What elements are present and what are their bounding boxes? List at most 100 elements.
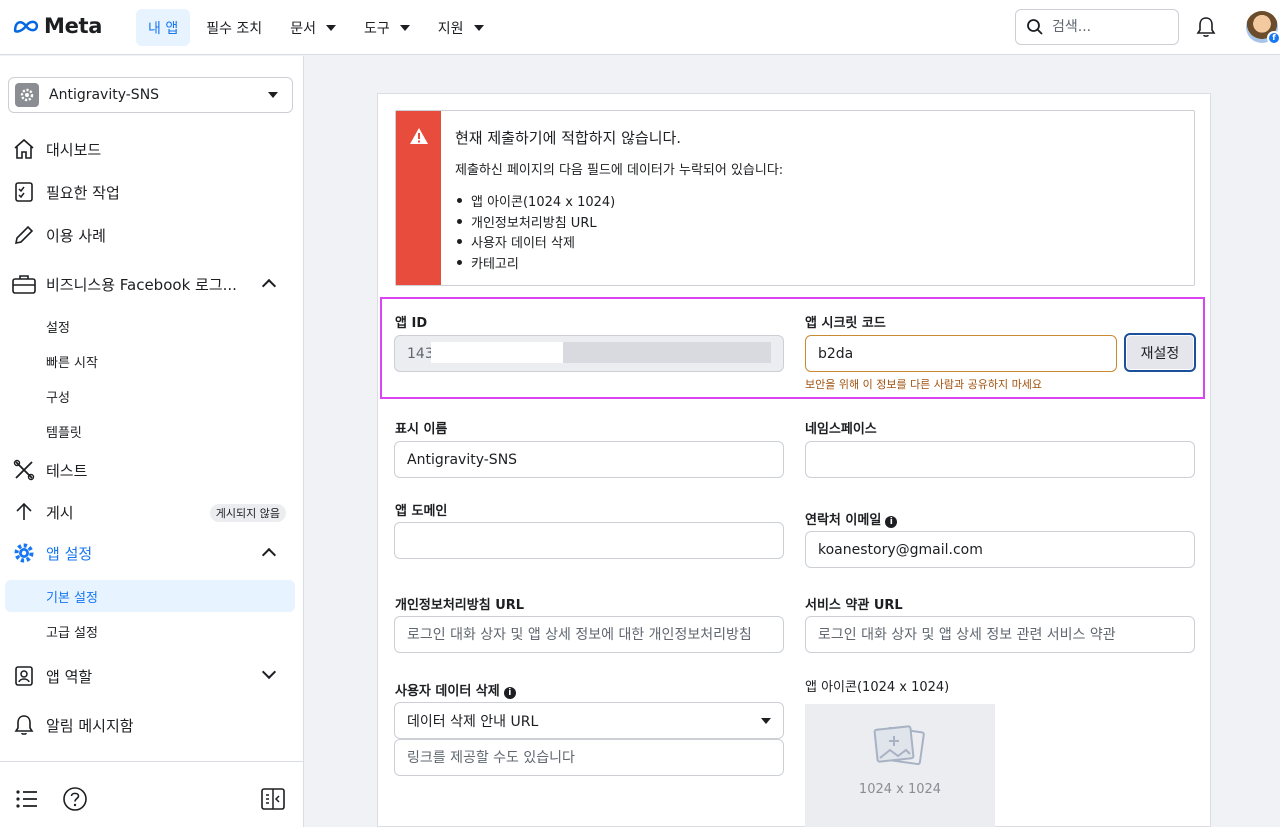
info-icon[interactable]: i — [885, 516, 898, 528]
tos-url-label: 서비스 약관 URL — [805, 598, 903, 613]
meta-logo[interactable]: Meta — [12, 14, 102, 38]
redaction-mask — [563, 342, 771, 363]
app-icon-dimensions: 1024 x 1024 — [858, 782, 942, 797]
meta-logo-text: Meta — [44, 14, 103, 38]
upload-arrow-icon — [10, 498, 38, 526]
data-deletion-url-field[interactable] — [394, 739, 784, 776]
avatar[interactable]: f — [1246, 11, 1280, 45]
sidebar-item-label: 알림 메시지함 — [46, 716, 134, 735]
nav-docs[interactable]: 문서 — [278, 9, 348, 46]
sidebar-item-test[interactable]: 테스트 — [10, 452, 294, 488]
nav-my-apps[interactable]: 내 앱 — [136, 9, 191, 46]
redaction-mask — [431, 342, 563, 363]
search-icon — [1027, 19, 1043, 35]
sidebar-item-dashboard[interactable]: 대시보드 — [10, 131, 294, 167]
app-domain-field[interactable] — [394, 522, 784, 559]
facebook-badge-icon: f — [1267, 31, 1280, 45]
chevron-up-icon — [261, 278, 277, 294]
sidebar-item-label: 필요한 작업 — [46, 183, 120, 202]
bell-icon[interactable] — [1194, 15, 1218, 39]
sidebar-subitem-basic-settings[interactable]: 기본 설정 — [5, 580, 295, 612]
search-box[interactable] — [1015, 9, 1179, 45]
sidebar-item-label: 템플릿 — [46, 425, 82, 441]
collapse-sidebar-icon[interactable] — [260, 786, 286, 812]
caret-down-icon — [268, 92, 278, 98]
tools-icon — [10, 456, 38, 484]
data-deletion-label: 사용자 데이터 삭제 — [395, 684, 500, 699]
app-gear-icon — [15, 83, 39, 107]
sidebar-item-required-actions[interactable]: 필요한 작업 — [10, 174, 294, 210]
reset-secret-button[interactable]: 재설정 — [1124, 333, 1196, 372]
nav-label: 필수 조치 — [206, 20, 263, 37]
caret-down-icon — [399, 24, 410, 31]
contact-email-field[interactable] — [805, 531, 1195, 568]
app-id-value: 143 — [407, 345, 434, 362]
sidebar-item-use-cases[interactable]: 이용 사례 — [10, 217, 294, 253]
chevron-up-icon — [261, 547, 277, 563]
caret-down-icon — [325, 24, 336, 31]
contact-email-label-row: 연락처 이메일 i — [805, 509, 898, 528]
sidebar-item-app-roles[interactable]: 앱 역할 — [10, 658, 294, 694]
sidebar-subitem-templates[interactable]: 템플릿 — [5, 415, 295, 447]
nav-label: 문서 — [290, 20, 316, 37]
privacy-url-field[interactable] — [394, 616, 784, 653]
sidebar-subitem-settings[interactable]: 설정 — [5, 310, 295, 342]
namespace-field[interactable] — [805, 441, 1195, 478]
sidebar-subitem-advanced-settings[interactable]: 고급 설정 — [5, 615, 295, 647]
sidebar-item-app-settings[interactable]: 앱 설정 — [10, 535, 294, 571]
briefcase-icon — [10, 270, 38, 298]
namespace-label: 네임스페이스 — [805, 422, 877, 437]
sidebar-item-alerts[interactable]: 알림 메시지함 — [10, 707, 294, 743]
info-icon[interactable]: i — [503, 687, 516, 699]
sidebar-subitem-quickstart[interactable]: 빠른 시작 — [5, 345, 295, 377]
sidebar-item-publish[interactable]: 게시 게시되지 않음 — [10, 494, 294, 530]
tos-url-field[interactable] — [805, 616, 1195, 653]
sidebar-subitem-configuration[interactable]: 구성 — [5, 380, 295, 412]
nav-support[interactable]: 지원 — [426, 9, 496, 46]
list-item: 사용자 데이터 삭제 — [455, 232, 615, 253]
checklist-icon — [10, 178, 38, 206]
top-nav: 내 앱 필수 조치 문서 도구 지원 — [136, 9, 496, 46]
nav-label: 지원 — [437, 20, 464, 37]
status-badge: 게시되지 않음 — [209, 504, 286, 522]
sidebar-item-label: 설정 — [46, 320, 70, 336]
home-icon — [10, 135, 38, 163]
data-deletion-label-row: 사용자 데이터 삭제 i — [395, 680, 516, 699]
gear-icon — [10, 539, 38, 567]
app-id-label: 앱 ID — [395, 316, 428, 331]
help-icon[interactable] — [62, 786, 88, 812]
privacy-url-label: 개인정보처리방침 URL — [395, 598, 525, 613]
chevron-down-icon — [261, 664, 277, 680]
search-input[interactable] — [1052, 19, 1162, 35]
app-icon-upload[interactable]: 1024 x 1024 — [805, 704, 995, 827]
sidebar-item-label: 게시 — [46, 503, 74, 522]
nav-required-actions[interactable]: 필수 조치 — [194, 9, 274, 46]
nav-label: 도구 — [363, 20, 390, 37]
display-name-field[interactable] — [394, 441, 784, 478]
pencil-icon — [10, 221, 38, 249]
sidebar-item-label: 고급 설정 — [46, 625, 98, 641]
app-secret-label: 앱 시크릿 코드 — [805, 316, 886, 331]
sidebar-item-label: 빠른 시작 — [46, 355, 98, 371]
alert-description: 제출하신 페이지의 다음 필드에 데이터가 누락되어 있습니다: — [455, 163, 784, 178]
list-item: 카테고리 — [455, 253, 615, 274]
list-icon[interactable] — [14, 786, 40, 812]
app-secret-field[interactable] — [805, 335, 1117, 372]
nav-tools[interactable]: 도구 — [352, 9, 422, 46]
sidebar-item-label: 비즈니스용 Facebook 로그... — [46, 275, 237, 294]
contact-email-label: 연락처 이메일 — [805, 513, 882, 528]
sidebar-item-label: 앱 역할 — [46, 667, 93, 686]
alert-title: 현재 제출하기에 적합하지 않습니다. — [455, 129, 682, 147]
sidebar-item-label: 앱 설정 — [46, 544, 93, 563]
top-bar: Meta 내 앱 필수 조치 문서 도구 지원 f — [0, 0, 1280, 55]
sidebar-item-label: 구성 — [46, 390, 70, 406]
caret-down-icon — [761, 717, 771, 724]
list-item: 개인정보처리방침 URL — [455, 212, 615, 233]
app-icon-label: 앱 아이콘(1024 x 1024) — [805, 680, 950, 695]
sidebar-item-label: 대시보드 — [46, 140, 102, 159]
data-deletion-select[interactable]: 데이터 삭제 안내 URL — [394, 702, 784, 739]
caret-down-icon — [473, 24, 484, 31]
sidebar-item-business-login[interactable]: 비즈니스용 Facebook 로그... — [10, 266, 294, 302]
app-selector[interactable]: Antigravity-SNS — [8, 77, 293, 113]
warning-icon — [410, 128, 428, 144]
